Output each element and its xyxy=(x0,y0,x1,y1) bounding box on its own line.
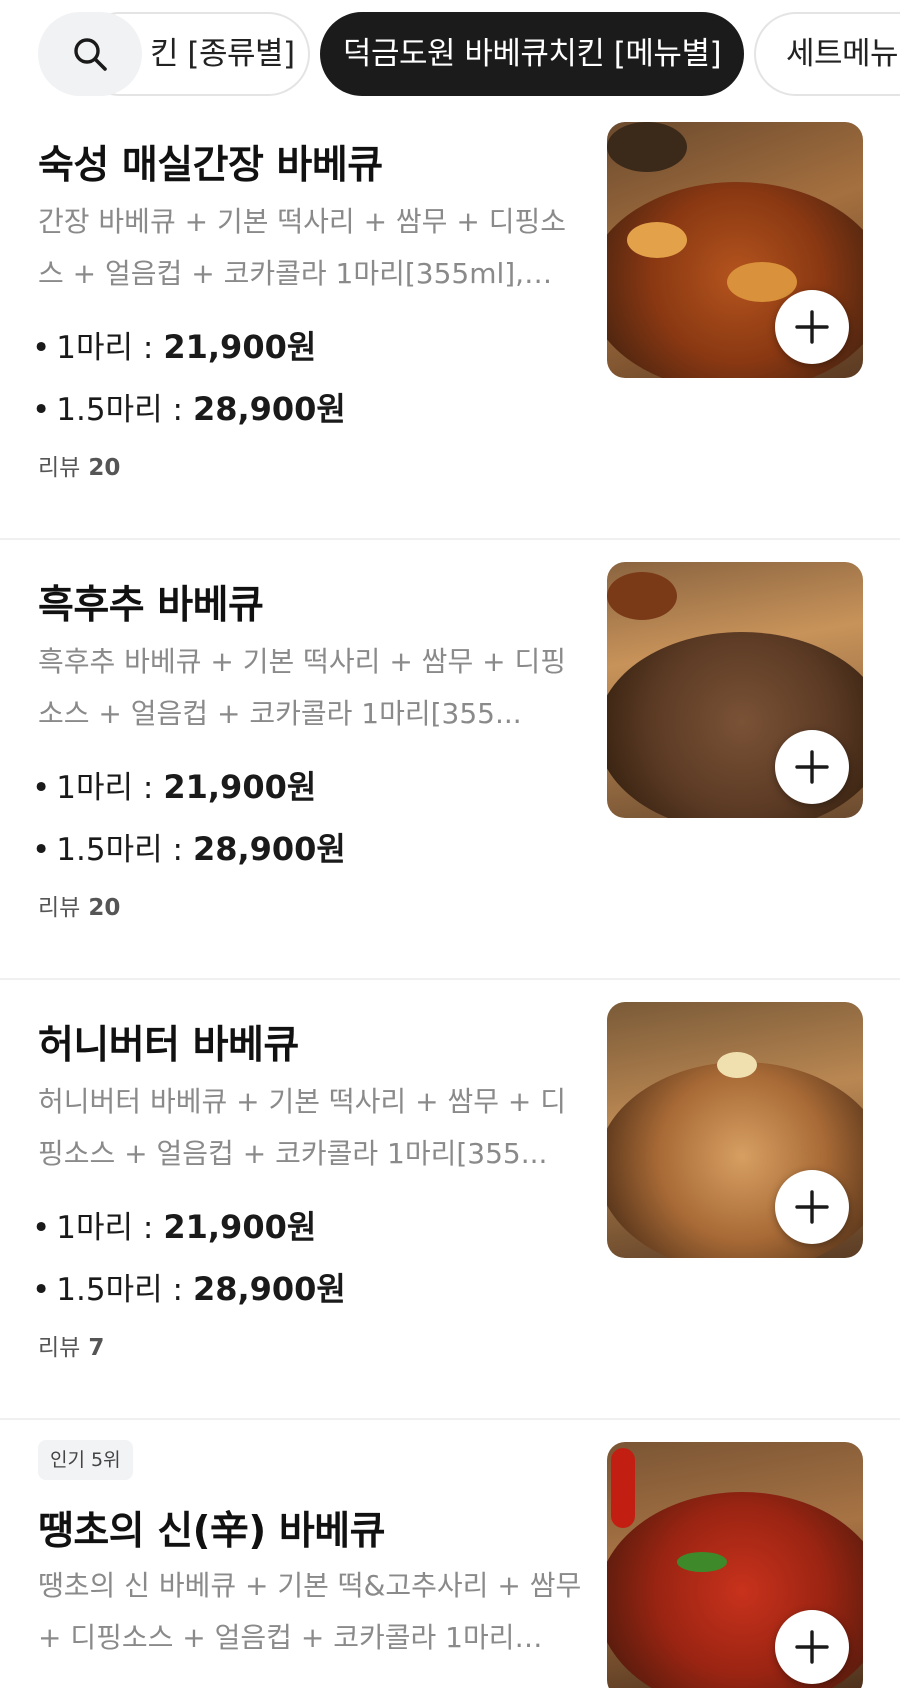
price-amount: 28,900원 xyxy=(192,1270,346,1308)
portion-label: 1마리 : xyxy=(56,770,154,806)
menu-item-title: 흑후추 바베큐 xyxy=(38,583,264,628)
price-amount: 21,900원 xyxy=(163,328,317,366)
search-button[interactable] xyxy=(38,12,142,96)
review-number: 20 xyxy=(88,455,121,481)
menu-item-description: 간장 바베큐 + 기본 떡사리 + 쌈무 + 디핑소스 + 얼음컵 + 코카콜라… xyxy=(38,205,566,290)
price-amount: 21,900원 xyxy=(163,1208,317,1246)
menu-item[interactable]: 인기 5위 땡초의 신(辛) 바베큐 땡초의 신 바베큐 + 기본 떡&고추사리… xyxy=(0,1420,900,1688)
rice-cake xyxy=(727,262,797,302)
menu-item-title: 땡초의 신(辛) 바베큐 xyxy=(38,1509,385,1554)
plus-icon xyxy=(795,750,829,784)
bullet: • xyxy=(32,392,51,428)
menu-item-photo[interactable] xyxy=(607,1002,863,1258)
sauce-bowl xyxy=(607,122,687,172)
plus-icon xyxy=(795,1190,829,1224)
plus-icon xyxy=(795,310,829,344)
chili-pepper xyxy=(611,1448,635,1528)
portion-label: 1마리 : xyxy=(56,1210,154,1246)
menu-item[interactable]: 숙성 매실간장 바베큐 간장 바베큐 + 기본 떡사리 + 쌈무 + 디핑소스 … xyxy=(0,100,900,540)
bullet: • xyxy=(32,1210,51,1246)
menu-item-description: 허니버터 바베큐 + 기본 떡사리 + 쌈무 + 디핑소스 + 얼음컵 + 코카… xyxy=(38,1085,566,1170)
portion-label: 1마리 : xyxy=(56,330,154,366)
price-row: • 1마리 : 21,900원 xyxy=(32,322,316,368)
add-to-cart-button[interactable] xyxy=(775,290,849,364)
price-row: • 1.5마리 : 28,900원 xyxy=(32,824,346,870)
pepper-bowl xyxy=(607,572,677,620)
bullet: • xyxy=(32,832,51,868)
add-to-cart-button[interactable] xyxy=(775,1610,849,1684)
review-label: 리뷰 xyxy=(38,895,81,921)
review-count[interactable]: 리뷰 7 xyxy=(38,1328,104,1362)
price-row: • 1마리 : 21,900원 xyxy=(32,1202,316,1248)
search-icon xyxy=(74,38,107,71)
portion-label: 1.5마리 : xyxy=(56,1272,183,1308)
menu-item-photo[interactable] xyxy=(607,122,863,378)
review-count[interactable]: 리뷰 20 xyxy=(38,448,120,482)
review-label: 리뷰 xyxy=(38,455,81,481)
price-row: • 1.5마리 : 28,900원 xyxy=(32,1264,346,1310)
portion-label: 1.5마리 : xyxy=(56,392,183,428)
review-number: 20 xyxy=(88,895,121,921)
category-tab-bar: 킨 [종류별] 덕금도원 바베큐치킨 [메뉴별] 세트메뉴 xyxy=(0,0,900,110)
add-to-cart-button[interactable] xyxy=(775,730,849,804)
tab-bbq-chicken-by-menu[interactable]: 덕금도원 바베큐치킨 [메뉴별] xyxy=(320,12,744,96)
plus-icon xyxy=(795,1630,829,1664)
price-amount: 28,900원 xyxy=(192,830,346,868)
price-row: • 1.5마리 : 28,900원 xyxy=(32,384,346,430)
portion-label: 1.5마리 : xyxy=(56,832,183,868)
menu-item-title: 숙성 매실간장 바베큐 xyxy=(38,143,383,188)
green-pepper xyxy=(677,1552,727,1572)
review-number: 7 xyxy=(88,1335,105,1361)
add-to-cart-button[interactable] xyxy=(775,1170,849,1244)
rice-cake xyxy=(627,222,687,258)
price-amount: 21,900원 xyxy=(163,768,317,806)
bullet: • xyxy=(32,330,51,366)
popularity-badge: 인기 5위 xyxy=(38,1440,133,1480)
menu-item-photo[interactable] xyxy=(607,1442,863,1688)
bullet: • xyxy=(32,1272,51,1308)
menu-item-title: 허니버터 바베큐 xyxy=(38,1023,299,1068)
review-label: 리뷰 xyxy=(38,1335,81,1361)
review-count[interactable]: 리뷰 20 xyxy=(38,888,120,922)
price-row: • 1마리 : 21,900원 xyxy=(32,762,316,808)
tab-set-menu[interactable]: 세트메뉴 xyxy=(754,12,900,96)
menu-item[interactable]: 허니버터 바베큐 허니버터 바베큐 + 기본 떡사리 + 쌈무 + 디핑소스 +… xyxy=(0,980,900,1420)
garlic xyxy=(717,1052,757,1078)
bullet: • xyxy=(32,770,51,806)
price-amount: 28,900원 xyxy=(192,390,346,428)
menu-item[interactable]: 흑후추 바베큐 흑후추 바베큐 + 기본 떡사리 + 쌈무 + 디핑소스 + 얼… xyxy=(0,540,900,980)
menu-item-description: 땡초의 신 바베큐 + 기본 떡&고추사리 + 쌈무 + 디핑소스 + 얼음컵 … xyxy=(38,1569,582,1654)
menu-item-description: 흑후추 바베큐 + 기본 떡사리 + 쌈무 + 디핑소스 + 얼음컵 + 코카콜… xyxy=(38,645,566,730)
menu-item-photo[interactable] xyxy=(607,562,863,818)
